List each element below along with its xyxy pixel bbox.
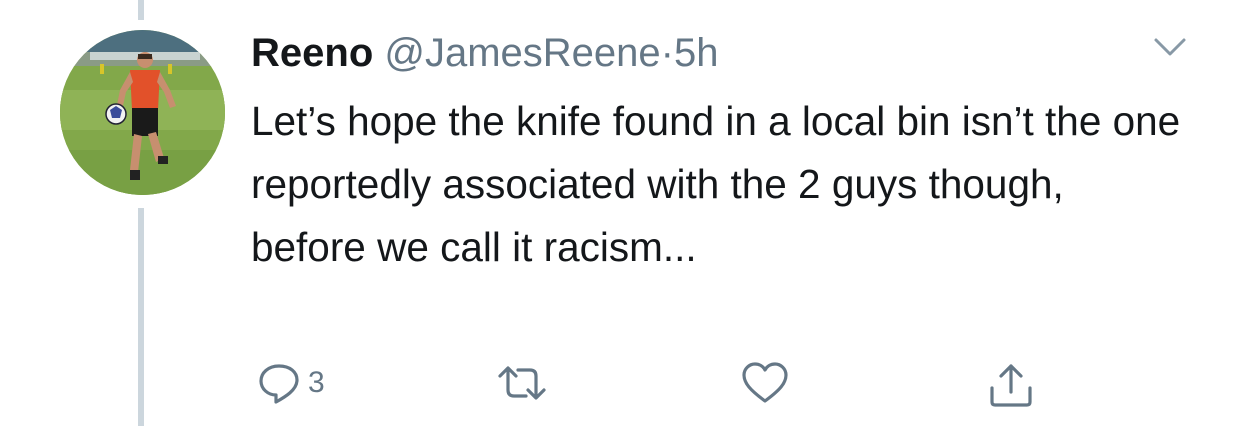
heart-icon [742,362,788,403]
author-name[interactable]: Reeno [251,31,373,75]
player-photo-avatar [60,30,225,195]
reply-button[interactable]: 3 [256,360,325,406]
reply-count: 3 [308,366,325,399]
tweet-header: Reeno @JamesReene·5h [251,28,719,78]
separator-dot: · [660,31,674,75]
retweet-button[interactable] [494,360,550,406]
like-button[interactable] [740,360,790,406]
tweet-actions: 3 [250,360,1070,410]
avatar[interactable] [60,30,225,195]
tweet-menu-button[interactable] [1150,32,1190,62]
tweet-text: Let’s hope the knife found in a local bi… [251,98,1181,270]
thread-line-top [138,0,144,20]
share-icon [990,364,1032,407]
retweet-icon [498,366,546,400]
author-handle[interactable]: @JamesReene [384,31,660,75]
reply-icon [259,364,299,404]
share-button[interactable] [986,360,1036,410]
thread-line-bottom [138,208,144,426]
tweet-timestamp[interactable]: 5h [674,31,719,75]
chevron-down-icon [1154,38,1186,56]
